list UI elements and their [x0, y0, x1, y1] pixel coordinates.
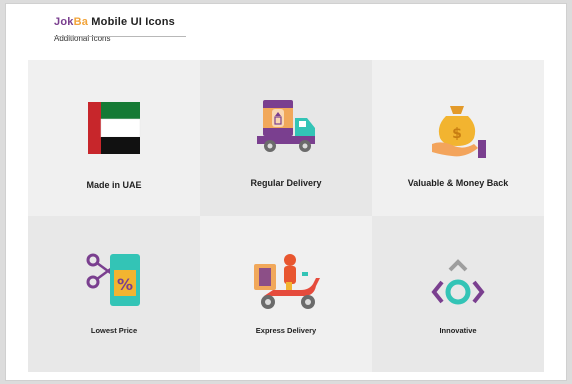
- tile-label: Valuable & Money Back: [407, 178, 509, 188]
- tile-express-delivery[interactable]: Express Delivery: [200, 216, 372, 372]
- money-bag-hand-icon: $: [432, 106, 486, 158]
- page-title: JokBa Mobile UI Icons: [54, 16, 175, 28]
- tile-lowest-price[interactable]: % Lowest Price: [28, 216, 200, 372]
- tile-innovative[interactable]: Innovative: [372, 216, 544, 372]
- icon-grid: Made in UAE Regular Delivery $ Valuable …: [28, 60, 544, 372]
- tile-made-in-uae[interactable]: Made in UAE: [28, 60, 200, 216]
- price-tag-icon: %: [86, 253, 140, 306]
- svg-text:$: $: [452, 126, 462, 142]
- svg-text:%: %: [117, 275, 133, 294]
- innovation-icon: [431, 259, 485, 305]
- title-text: Mobile UI Icons: [88, 16, 175, 28]
- header: JokBa Mobile UI Icons Additional Icons: [54, 16, 175, 43]
- delivery-truck-icon: [257, 100, 315, 152]
- tile-label: Regular Delivery: [250, 178, 322, 188]
- tile-label: Made in UAE: [86, 180, 142, 190]
- tile-label: Innovative: [439, 326, 477, 335]
- uae-flag-icon: [88, 102, 141, 154]
- tile-valuable-money-back[interactable]: $ Valuable & Money Back: [372, 60, 544, 216]
- brand-name-part1: Jok: [54, 16, 74, 28]
- scooter-courier-icon: [254, 254, 320, 309]
- brand-name-part2: Ba: [73, 16, 89, 28]
- tile-label: Express Delivery: [255, 326, 317, 335]
- header-divider: [54, 36, 186, 37]
- tile-label: Lowest Price: [90, 326, 138, 335]
- tile-regular-delivery[interactable]: Regular Delivery: [200, 60, 372, 216]
